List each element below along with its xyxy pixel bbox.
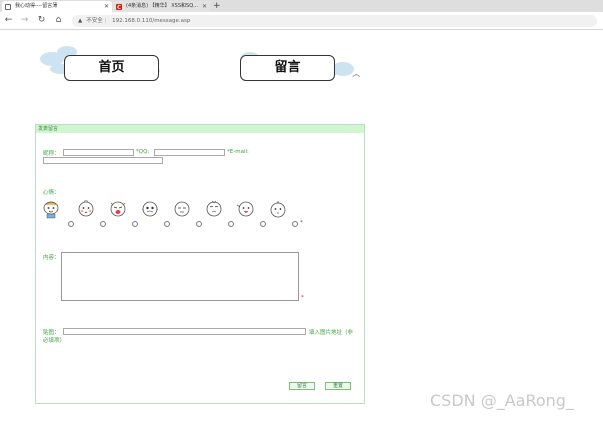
- new-tab-plus-icon[interactable]: +: [213, 0, 221, 12]
- forward-arrow-icon[interactable]: →: [19, 15, 30, 26]
- face-4-icon: [141, 201, 159, 217]
- mood-label: 心情：: [43, 190, 60, 196]
- cloud-decoration: [332, 62, 354, 76]
- content-label: 内容：: [43, 255, 60, 261]
- face-8-icon: [270, 201, 286, 218]
- image-label: 贴图：: [43, 330, 60, 336]
- image-hint-line1: 填入图片地址（非: [309, 330, 354, 336]
- reload-icon[interactable]: ↻: [36, 15, 47, 26]
- home-nav-button[interactable]: 首页: [64, 55, 159, 81]
- image-url-input[interactable]: [63, 328, 306, 335]
- face-7-icon: [236, 201, 254, 217]
- message-form-panel: 发表留言 昵称： *QQ: *E-mail: 心情： * 内容： * 贴图： 填…: [35, 124, 365, 404]
- face-2-icon: [78, 200, 94, 217]
- tab-title: (4条消息) 【精华】 XSS和SQ...: [126, 3, 198, 9]
- message-nav-button[interactable]: 留言: [240, 55, 335, 81]
- security-label: 不安全: [86, 18, 103, 24]
- swirl-icon: ෴: [352, 70, 361, 80]
- close-icon[interactable]: ✕: [104, 1, 109, 12]
- warning-icon: ▲: [78, 18, 83, 24]
- mood-radio-1[interactable]: [68, 221, 74, 227]
- mood-required-mark: *: [300, 220, 303, 226]
- mood-radio-3[interactable]: [132, 221, 138, 227]
- mood-radio-8[interactable]: [292, 221, 298, 227]
- url-field[interactable]: ▲ 不安全 | 192.168.0.110/message.asp: [72, 15, 597, 27]
- message-nav-label: 留言: [274, 60, 301, 75]
- face-5-icon: [174, 201, 190, 217]
- mood-radio-4[interactable]: [164, 221, 170, 227]
- address-bar: ← → ↻ ⌂ ▲ 不安全 | 192.168.0.110/message.asp: [0, 12, 603, 30]
- face-1-icon: [43, 201, 59, 219]
- form-header: 发表留言: [36, 125, 364, 133]
- mood-radio-5[interactable]: [196, 221, 202, 227]
- tab-csdn[interactable]: C (4条消息) 【精华】 XSS和SQ... ✕: [113, 1, 210, 12]
- close-icon[interactable]: ✕: [202, 1, 207, 12]
- csdn-watermark: CSDN @_AaRong_: [430, 391, 574, 410]
- image-hint-line2: 必填项）: [43, 338, 66, 344]
- content-required-mark: *: [301, 295, 304, 301]
- page-icon: [5, 3, 11, 10]
- face-3-icon: [110, 201, 126, 217]
- mood-radio-6[interactable]: [228, 221, 234, 227]
- name-label: 昵称：: [43, 151, 60, 157]
- mood-radio-7[interactable]: [260, 221, 266, 227]
- email-label: *E-mail:: [227, 149, 249, 155]
- back-arrow-icon[interactable]: ←: [3, 15, 14, 26]
- qq-input[interactable]: [154, 149, 225, 156]
- face-6-icon: [206, 200, 222, 217]
- tab-bar: 我心动得----留言薄 ✕ C (4条消息) 【精华】 XSS和SQ... ✕ …: [0, 0, 603, 12]
- qq-label: *QQ:: [136, 149, 150, 155]
- tab-title: 我心动得----留言薄: [15, 3, 58, 9]
- home-icon[interactable]: ⌂: [53, 15, 64, 26]
- mood-radio-2[interactable]: [100, 221, 106, 227]
- home-nav-label: 首页: [98, 60, 125, 75]
- email-input[interactable]: [43, 157, 163, 164]
- submit-button[interactable]: 留言: [289, 382, 315, 390]
- name-input[interactable]: [63, 149, 134, 156]
- content-textarea[interactable]: [61, 252, 299, 301]
- url-text: 192.168.0.110/message.asp: [112, 18, 191, 24]
- reset-button[interactable]: 重置: [325, 382, 351, 390]
- tab-message-board[interactable]: 我心动得----留言薄 ✕: [2, 1, 112, 12]
- csdn-icon: C: [116, 3, 122, 11]
